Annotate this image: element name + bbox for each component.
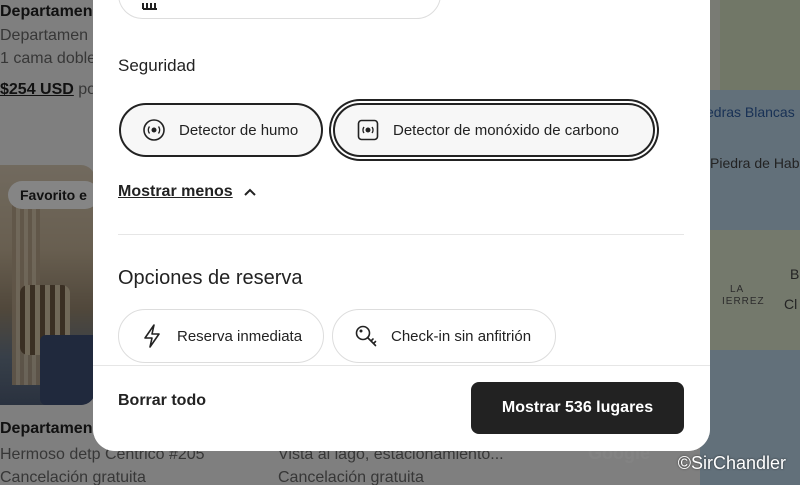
amenity-pill-partial[interactable] <box>118 0 441 19</box>
filters-modal: Seguridad Detector de humo Detector de m… <box>93 0 710 451</box>
divider <box>118 234 684 235</box>
option-smoke-detector[interactable]: Detector de humo <box>119 103 323 157</box>
option-co-detector[interactable]: Detector de monóxido de carbono <box>333 103 655 157</box>
section-title-security: Seguridad <box>118 56 196 75</box>
option-label: Detector de monóxido de carbono <box>393 121 619 139</box>
option-label: Check-in sin anfitrión <box>391 327 532 345</box>
modal-footer: Borrar todo Mostrar 536 lugares <box>93 365 710 451</box>
option-instant-book[interactable]: Reserva inmediata <box>118 309 324 363</box>
smoke-detector-icon <box>141 117 167 143</box>
co-detector-icon <box>355 117 381 143</box>
option-label: Reserva inmediata <box>177 327 303 345</box>
key-icon <box>353 323 379 349</box>
option-self-checkin[interactable]: Check-in sin anfitrión <box>332 309 556 363</box>
option-label: Detector de humo <box>179 121 299 139</box>
chevron-up-icon <box>243 185 257 199</box>
modal-content[interactable]: Seguridad Detector de humo Detector de m… <box>93 0 710 365</box>
amenity-icon <box>139 0 165 19</box>
lightning-icon <box>139 323 165 349</box>
section-title-booking: Opciones de reserva <box>118 267 303 289</box>
watermark: ©SirChandler <box>677 453 786 473</box>
show-less-label: Mostrar menos <box>118 183 233 200</box>
clear-all-button[interactable]: Borrar todo <box>118 392 206 410</box>
show-less-button[interactable]: Mostrar menos <box>118 183 257 201</box>
show-results-button[interactable]: Mostrar 536 lugares <box>471 382 684 434</box>
